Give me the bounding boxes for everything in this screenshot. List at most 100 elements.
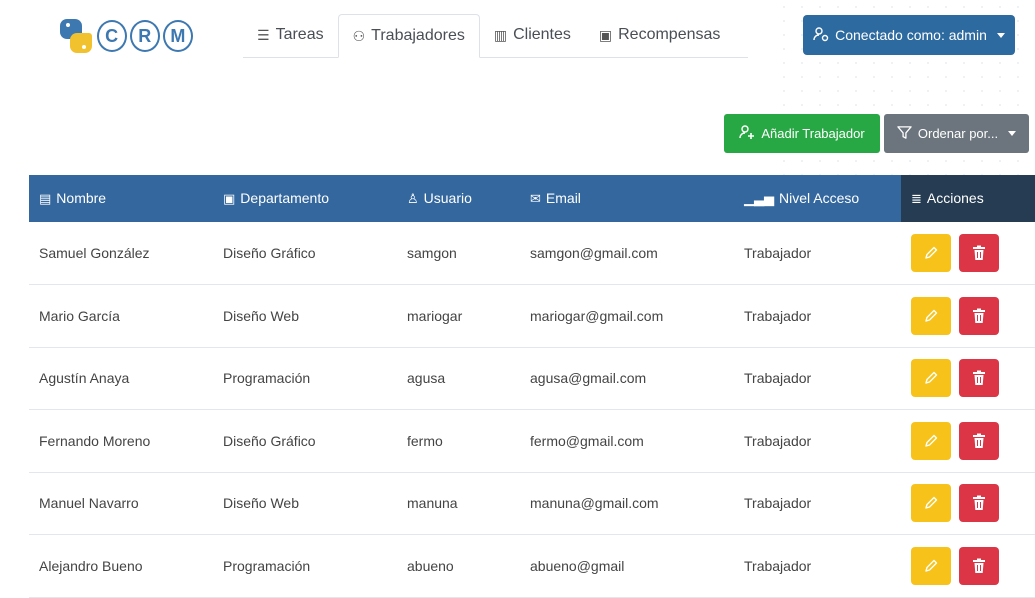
cell-nivel-acceso: Trabajador <box>744 495 812 512</box>
cell-departamento: Diseño Web <box>223 495 300 512</box>
edit-button[interactable] <box>911 421 951 460</box>
tab-trabajadores[interactable]: ⚇ Trabajadores <box>337 14 480 58</box>
table-row: Alejandro Bueno Programación abueno abue… <box>29 534 1035 597</box>
cell-departamento: Diseño Gráfico <box>223 245 316 261</box>
cell-email: agusa@gmail.com <box>530 370 647 387</box>
cell-nivel-acceso: Trabajador <box>744 245 812 261</box>
cell-usuario: samgon <box>407 245 457 261</box>
trash-icon <box>972 433 985 448</box>
table-row: Mario García Diseño Web mariogar marioga… <box>29 284 1035 347</box>
tab-clientes[interactable]: ▥ Clientes <box>480 14 585 56</box>
table-row: Agustín Anaya Programación agusa agusa@g… <box>29 347 1035 410</box>
cell-departamento: Programación <box>223 370 311 387</box>
trash-icon <box>972 558 985 573</box>
cell-email: mariogar@gmail.com <box>530 307 664 324</box>
user-menu-button[interactable]: Conectado como: admin <box>803 15 1015 55</box>
edit-button[interactable] <box>911 546 951 585</box>
tab-tareas[interactable]: ☰ Tareas <box>243 14 338 56</box>
trash-icon <box>972 495 985 511</box>
edit-button[interactable] <box>911 359 951 398</box>
column-header-email[interactable]: ✉ Email <box>520 175 734 222</box>
department-icon: ▣ <box>223 191 236 206</box>
trash-icon <box>972 245 985 260</box>
user-menu-label: Conectado como: admin <box>835 27 987 43</box>
tab-label: Clientes <box>513 26 571 43</box>
database-icon: ≣ <box>911 191 922 206</box>
pencil-icon <box>925 559 938 572</box>
cell-acciones <box>901 222 1035 285</box>
table-row: Fernando Moreno Diseño Gráfico fermo fer… <box>29 409 1035 472</box>
users-icon: ⚇ <box>352 27 366 44</box>
chevron-down-icon <box>996 32 1005 38</box>
tab-label: Tareas <box>275 26 324 43</box>
tab-label: Recompensas <box>618 26 721 43</box>
cell-acciones <box>901 284 1035 347</box>
cell-nivel-acceso: Trabajador <box>744 370 812 387</box>
pencil-icon <box>925 497 938 509</box>
cell-usuario: agusa <box>407 370 446 387</box>
trash-icon <box>972 308 985 323</box>
cell-nombre: Alejandro Bueno <box>39 557 143 574</box>
buildings-icon: ▥ <box>493 26 508 43</box>
id-card-icon: ▤ <box>39 191 52 206</box>
cell-acciones <box>901 347 1035 410</box>
pencil-icon <box>925 309 938 322</box>
cell-acciones <box>901 472 1035 535</box>
pencil-icon <box>925 372 938 384</box>
column-header-nivel-acceso[interactable]: ▁▃▅ Nivel Acceso <box>734 175 901 222</box>
tab-label: Trabajadores <box>371 27 465 44</box>
cell-nivel-acceso: Trabajador <box>744 557 812 574</box>
delete-button[interactable] <box>958 546 999 585</box>
user-gear-icon <box>813 26 829 45</box>
cell-nivel-acceso: Trabajador <box>744 307 812 324</box>
column-header-departamento[interactable]: ▣ Departamento <box>213 175 397 222</box>
add-worker-button[interactable]: Añadir Trabajador <box>724 114 880 153</box>
tab-recompensas[interactable]: ▣ Recompensas <box>585 14 735 56</box>
logo-letter-m: M <box>162 20 193 52</box>
pencil-icon <box>925 246 938 259</box>
add-worker-label: Añadir Trabajador <box>761 126 865 141</box>
edit-button[interactable] <box>911 484 951 523</box>
edit-button[interactable] <box>911 234 951 272</box>
logo-letter-c: C <box>96 20 127 52</box>
cell-nombre: Samuel González <box>39 245 150 261</box>
cell-nombre: Mario García <box>39 307 120 324</box>
cell-acciones <box>901 534 1035 597</box>
cell-usuario: fermo <box>407 432 443 449</box>
delete-button[interactable] <box>958 421 999 460</box>
table-header-row: ▤ Nombre ▣ Departamento ♙ Usuario ✉ Email ▁▃… <box>29 175 1035 222</box>
cell-usuario: abueno <box>407 557 454 574</box>
filter-icon <box>897 125 912 143</box>
list-icon: ☰ <box>257 26 270 43</box>
delete-button[interactable] <box>958 484 999 523</box>
chevron-down-icon <box>1008 131 1017 136</box>
cell-nombre: Fernando Moreno <box>39 432 151 449</box>
cell-nombre: Agustín Anaya <box>39 370 130 387</box>
python-logo-icon <box>58 17 94 55</box>
column-header-acciones: ≣ Acciones <box>901 175 1035 222</box>
cell-email: fermo@gmail.com <box>530 432 644 449</box>
cell-email: abueno@gmail <box>530 557 625 574</box>
delete-button[interactable] <box>958 234 999 272</box>
delete-button[interactable] <box>958 296 999 335</box>
cell-departamento: Diseño Gráfico <box>223 432 316 449</box>
cell-usuario: mariogar <box>407 307 463 324</box>
user-add-icon <box>739 124 755 143</box>
money-icon: ▣ <box>598 26 613 43</box>
workers-table: ▤ Nombre ▣ Departamento ♙ Usuario ✉ Email ▁▃… <box>29 175 1035 598</box>
column-header-usuario[interactable]: ♙ Usuario <box>397 175 520 222</box>
trash-icon <box>972 370 985 386</box>
cell-nivel-acceso: Trabajador <box>744 432 812 449</box>
sort-label: Ordenar por... <box>917 126 999 141</box>
sort-dropdown-button[interactable]: Ordenar por... <box>884 114 1029 153</box>
signal-bars-icon: ▁▃▅ <box>744 191 774 206</box>
edit-button[interactable] <box>911 296 951 335</box>
pencil-icon <box>925 434 938 447</box>
cell-usuario: manuna <box>407 495 458 512</box>
cell-nombre: Manuel Navarro <box>39 495 139 512</box>
crm-logo[interactable]: C R M <box>58 16 193 56</box>
delete-button[interactable] <box>958 359 999 398</box>
column-header-nombre[interactable]: ▤ Nombre <box>29 175 213 222</box>
cell-departamento: Diseño Web <box>223 307 300 324</box>
main-tabs: ☰ Tareas ⚇ Trabajadores ▥ Clientes ▣ Rec… <box>243 14 748 58</box>
